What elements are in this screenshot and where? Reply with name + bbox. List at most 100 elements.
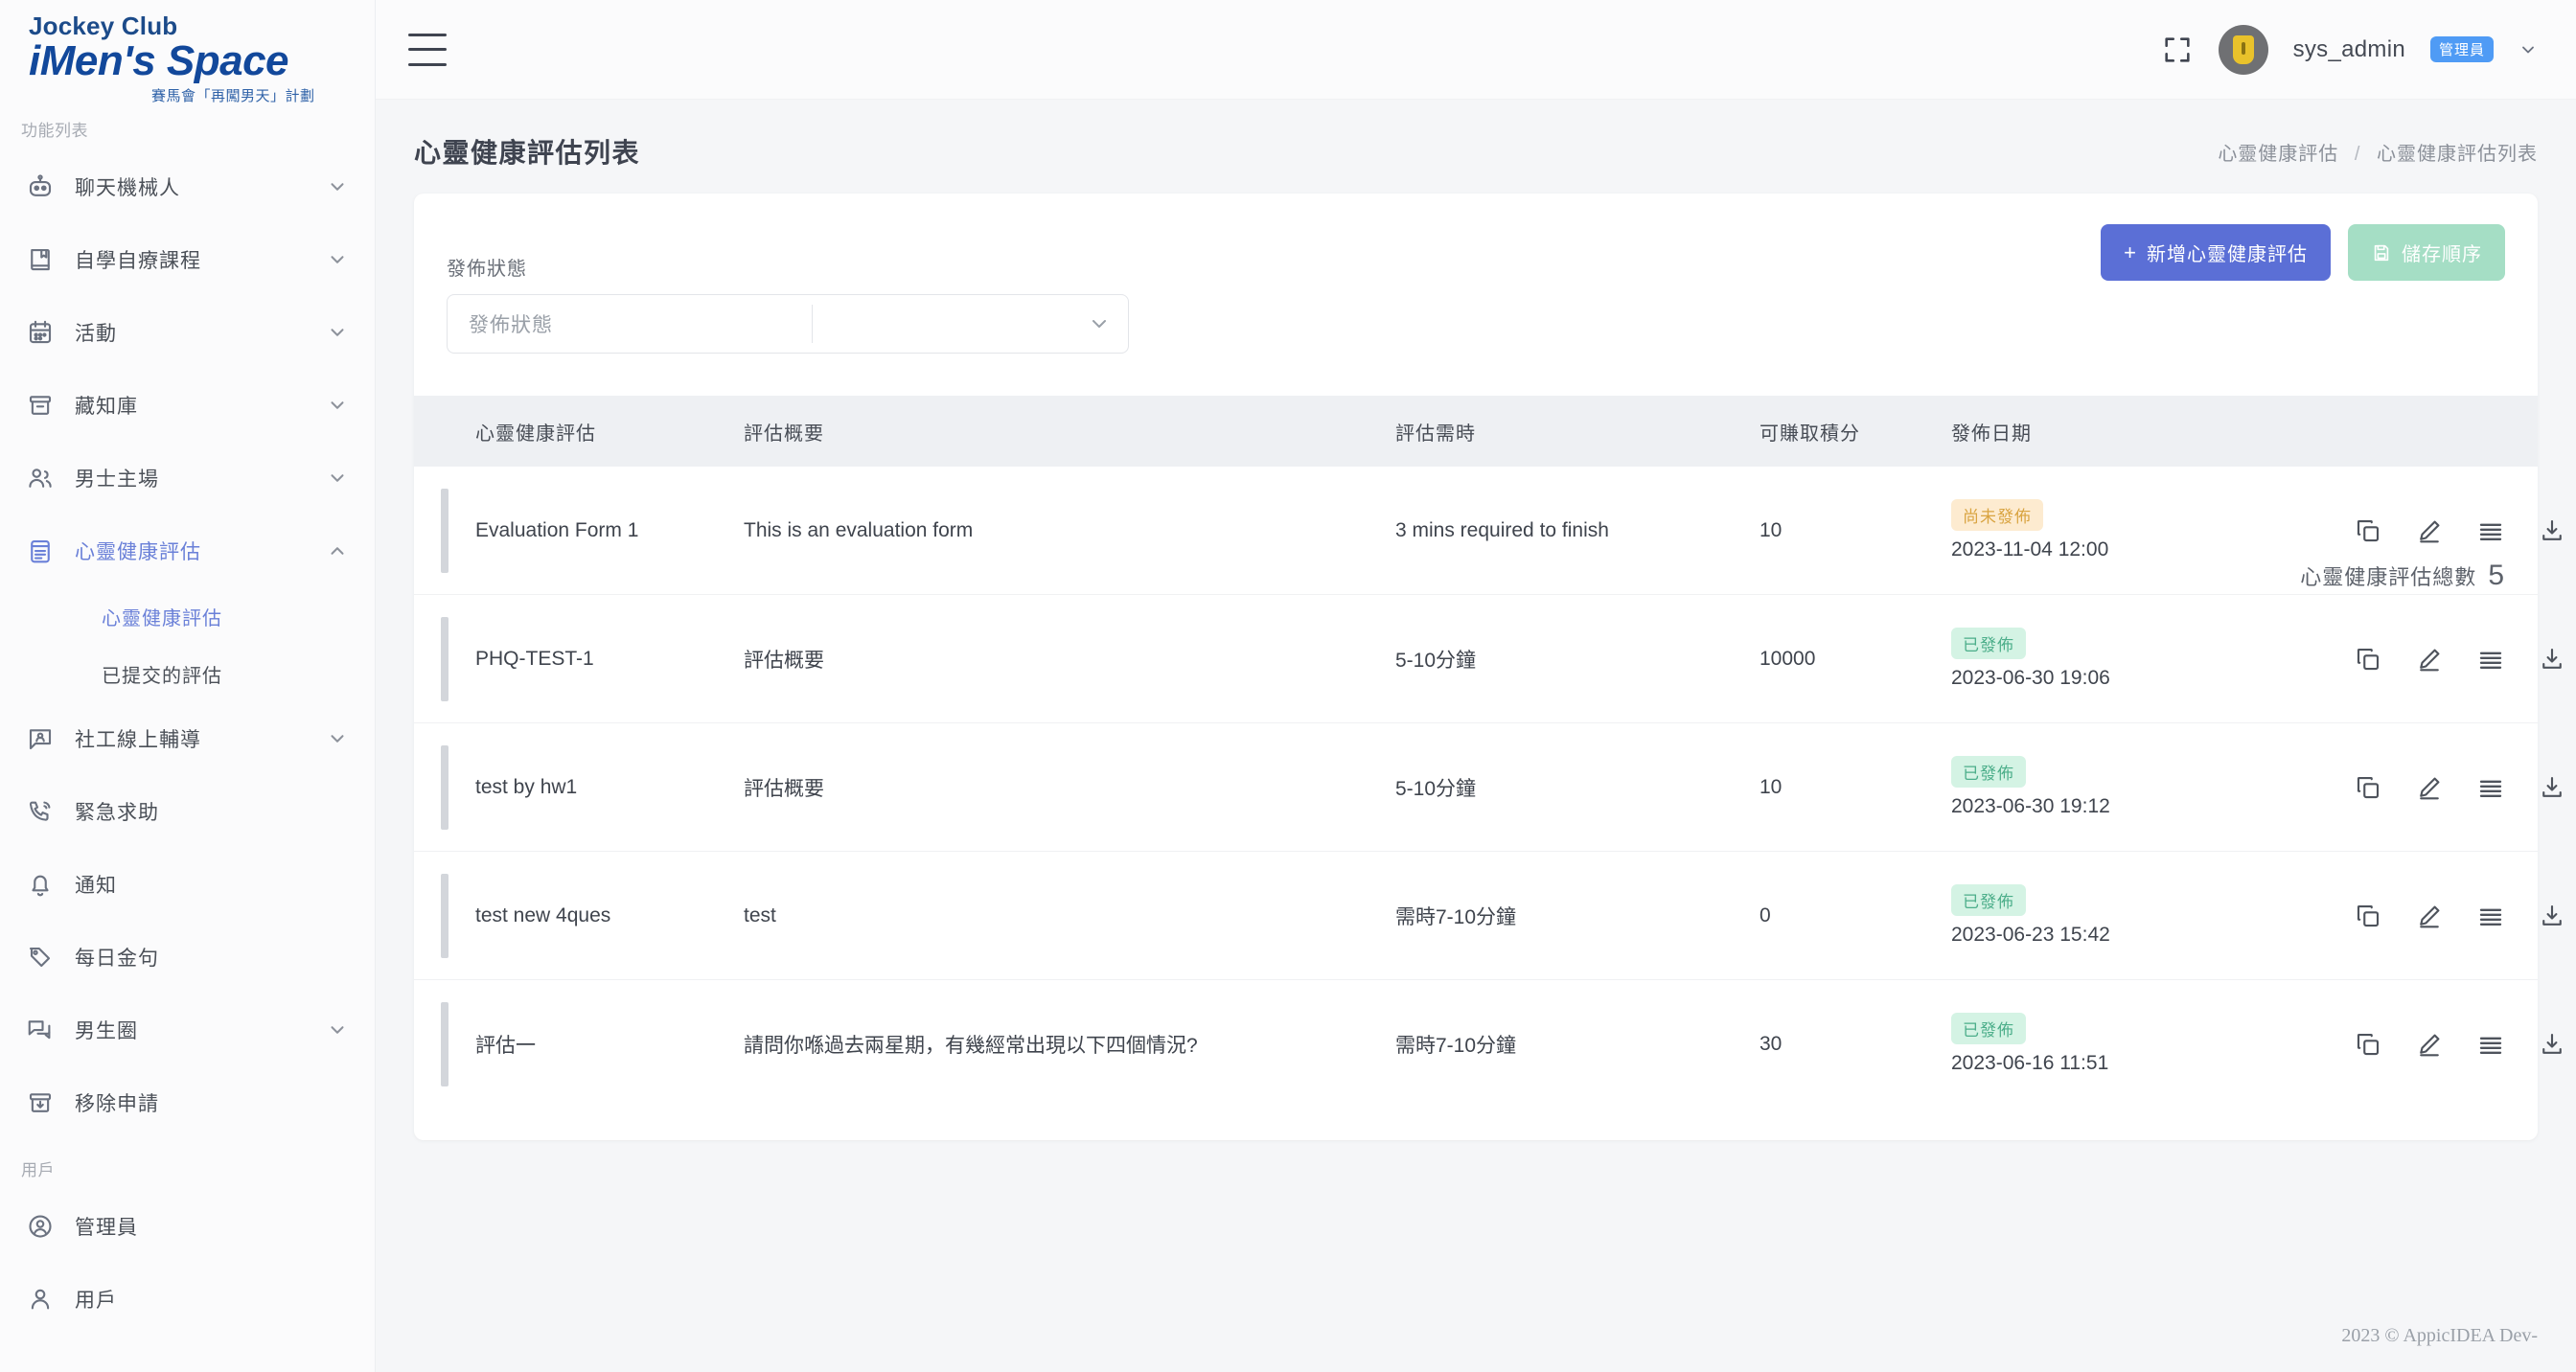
status-badge: 已發佈 xyxy=(1951,1013,2026,1044)
sidebar-item-removal-requests[interactable]: 移除申請 xyxy=(0,1066,375,1139)
copy-icon[interactable] xyxy=(2354,773,2382,802)
app-root: Jockey Club iMen's Space 賽馬會「再闖男天」計劃 功能列… xyxy=(0,0,2576,1372)
download-icon[interactable] xyxy=(2538,902,2566,930)
copy-icon[interactable] xyxy=(2354,645,2382,674)
sidebar-item-mental-health-assessment[interactable]: 心靈健康評估 xyxy=(0,514,375,587)
table-header-summary: 評估概要 xyxy=(744,396,1395,467)
row-drag-cell[interactable] xyxy=(414,594,475,723)
table-row[interactable]: PHQ-TEST-1 評估概要 5-10分鐘 10000 已發佈 2023-06… xyxy=(414,594,2562,723)
publish-status-select[interactable]: 發佈狀態 xyxy=(447,294,1129,354)
drag-handle-icon[interactable] xyxy=(441,616,448,701)
edit-icon[interactable] xyxy=(2415,645,2444,674)
copy-icon[interactable] xyxy=(2354,902,2382,930)
drag-handle-icon[interactable] xyxy=(441,488,448,573)
table-header-name: 心靈健康評估 xyxy=(475,396,744,467)
cell-summary: 評估概要 xyxy=(744,594,1395,723)
download-icon[interactable] xyxy=(2538,1030,2566,1059)
table-row[interactable]: Evaluation Form 1 This is an evaluation … xyxy=(414,467,2562,595)
sidebar-subitem-submitted-assessments[interactable]: 已提交的評估 xyxy=(0,645,375,702)
hamburger-icon[interactable] xyxy=(408,33,447,66)
chevron-down-icon[interactable] xyxy=(2518,40,2538,59)
sidebar-item-social-worker-counselling[interactable]: 社工線上輔導 xyxy=(0,702,375,775)
sidebar-item-label: 緊急求助 xyxy=(75,802,159,824)
user-circle-icon xyxy=(23,1209,58,1244)
robot-icon xyxy=(23,170,58,204)
list-icon[interactable] xyxy=(2476,645,2505,674)
table-header-drag xyxy=(414,396,475,467)
cell-actions xyxy=(2354,722,2562,852)
username-label: sys_admin xyxy=(2292,35,2405,62)
sidebar-subitem-assessment-list[interactable]: 心靈健康評估 xyxy=(0,587,375,645)
sidebar-item-daily-quote[interactable]: 每日金句 xyxy=(0,921,375,994)
edit-icon[interactable] xyxy=(2415,773,2444,802)
sidebar-item-mens-home[interactable]: 男士主場 xyxy=(0,442,375,514)
drag-handle-icon[interactable] xyxy=(441,1001,448,1086)
row-drag-cell[interactable] xyxy=(414,851,475,980)
table-row[interactable]: 評估一 請問你喺過去兩星期，有幾經常出現以下四個情況? 需時7-10分鐘 30 … xyxy=(414,980,2562,1109)
edit-icon[interactable] xyxy=(2415,902,2444,930)
brand-logo[interactable]: Jockey Club iMen's Space 賽馬會「再闖男天」計劃 xyxy=(0,0,375,104)
sidebar-item-label: 通知 xyxy=(75,875,117,897)
table-row[interactable]: test new 4ques test 需時7-10分鐘 0 已發佈 2023-… xyxy=(414,851,2562,980)
copy-icon[interactable] xyxy=(2354,516,2382,545)
sidebar-item-notifications[interactable]: 通知 xyxy=(0,848,375,921)
cell-actions xyxy=(2354,851,2562,980)
cell-summary: 評估概要 xyxy=(744,722,1395,852)
sidebar-item-label: 心靈健康評估 xyxy=(75,541,201,563)
publish-status-select-value: 發佈狀態 xyxy=(469,314,553,336)
sidebar-item-chatbot[interactable]: 聊天機械人 xyxy=(0,150,375,223)
copy-icon[interactable] xyxy=(2354,1030,2382,1059)
drag-handle-icon[interactable] xyxy=(441,873,448,958)
sidebar-item-label: 男士主場 xyxy=(75,469,159,491)
table-row[interactable]: test by hw1 評估概要 5-10分鐘 10 已發佈 2023-06-3… xyxy=(414,722,2562,852)
avatar-shield-icon xyxy=(2232,34,2254,64)
row-drag-cell[interactable] xyxy=(414,722,475,852)
bell-icon xyxy=(23,867,58,902)
breadcrumb-parent[interactable]: 心靈健康評估 xyxy=(2218,144,2338,165)
sidebar-item-emergency-help[interactable]: 緊急求助 xyxy=(0,775,375,848)
sidebar-item-activities[interactable]: 活動 xyxy=(0,296,375,369)
sidebar-item-boys-circle[interactable]: 男生圈 xyxy=(0,994,375,1066)
page-title: 心靈健康評估列表 xyxy=(414,138,641,168)
save-order-label: 儲存順序 xyxy=(2402,244,2482,265)
sidebar-item-knowledge-base[interactable]: 藏知庫 xyxy=(0,369,375,442)
sidebar-item-users[interactable]: 用戶 xyxy=(0,1263,375,1336)
list-icon[interactable] xyxy=(2476,773,2505,802)
assessment-list-card: + 新增心靈健康評估 儲存順序 發佈狀態 發佈狀態 心靈健康評估總數 5 心靈健… xyxy=(414,194,2562,1140)
cell-summary: test xyxy=(744,851,1395,980)
download-icon[interactable] xyxy=(2538,516,2566,545)
avatar[interactable] xyxy=(2218,24,2268,75)
chevron-down-icon[interactable] xyxy=(1070,312,1128,335)
save-order-button[interactable]: 儲存順序 xyxy=(2348,224,2505,281)
cell-points: 10 xyxy=(1760,722,1951,852)
page-header: 心靈健康評估列表 心靈健康評估 / 心靈健康評估列表 xyxy=(376,100,2576,194)
tag-icon xyxy=(23,940,58,974)
row-drag-cell[interactable] xyxy=(414,980,475,1109)
table-header-points: 可賺取積分 xyxy=(1760,396,1951,467)
brand-line-1: Jockey Club xyxy=(29,11,178,40)
drag-handle-icon[interactable] xyxy=(441,744,448,830)
row-drag-cell[interactable] xyxy=(414,467,475,595)
cell-summary: This is an evaluation form xyxy=(744,467,1395,595)
sidebar-item-label: 用戶 xyxy=(75,1290,117,1312)
download-icon[interactable] xyxy=(2538,645,2566,674)
cell-date: 已發佈 2023-06-16 11:51 xyxy=(1951,980,2354,1109)
add-assessment-button[interactable]: + 新增心靈健康評估 xyxy=(2101,224,2331,281)
download-icon[interactable] xyxy=(2538,773,2566,802)
edit-icon[interactable] xyxy=(2415,1030,2444,1059)
chevron-down-icon xyxy=(327,728,348,749)
cell-summary: 請問你喺過去兩星期，有幾經常出現以下四個情況? xyxy=(744,1034,1198,1057)
list-icon[interactable] xyxy=(2476,902,2505,930)
cell-name: PHQ-TEST-1 xyxy=(475,594,744,723)
cell-date: 已發佈 2023-06-30 19:12 xyxy=(1951,722,2354,852)
list-icon[interactable] xyxy=(2476,1030,2505,1059)
sidebar-item-self-help-courses[interactable]: 自學自療課程 xyxy=(0,223,375,296)
edit-icon[interactable] xyxy=(2415,516,2444,545)
status-badge: 已發佈 xyxy=(1951,884,2026,916)
fullscreen-icon[interactable] xyxy=(2161,34,2194,66)
brand-line-2: iMen's Space xyxy=(29,37,289,84)
sidebar: Jockey Club iMen's Space 賽馬會「再闖男天」計劃 功能列… xyxy=(0,0,376,1372)
cell-points: 30 xyxy=(1760,1032,1782,1055)
list-icon[interactable] xyxy=(2476,516,2505,545)
sidebar-item-administrators[interactable]: 管理員 xyxy=(0,1190,375,1263)
